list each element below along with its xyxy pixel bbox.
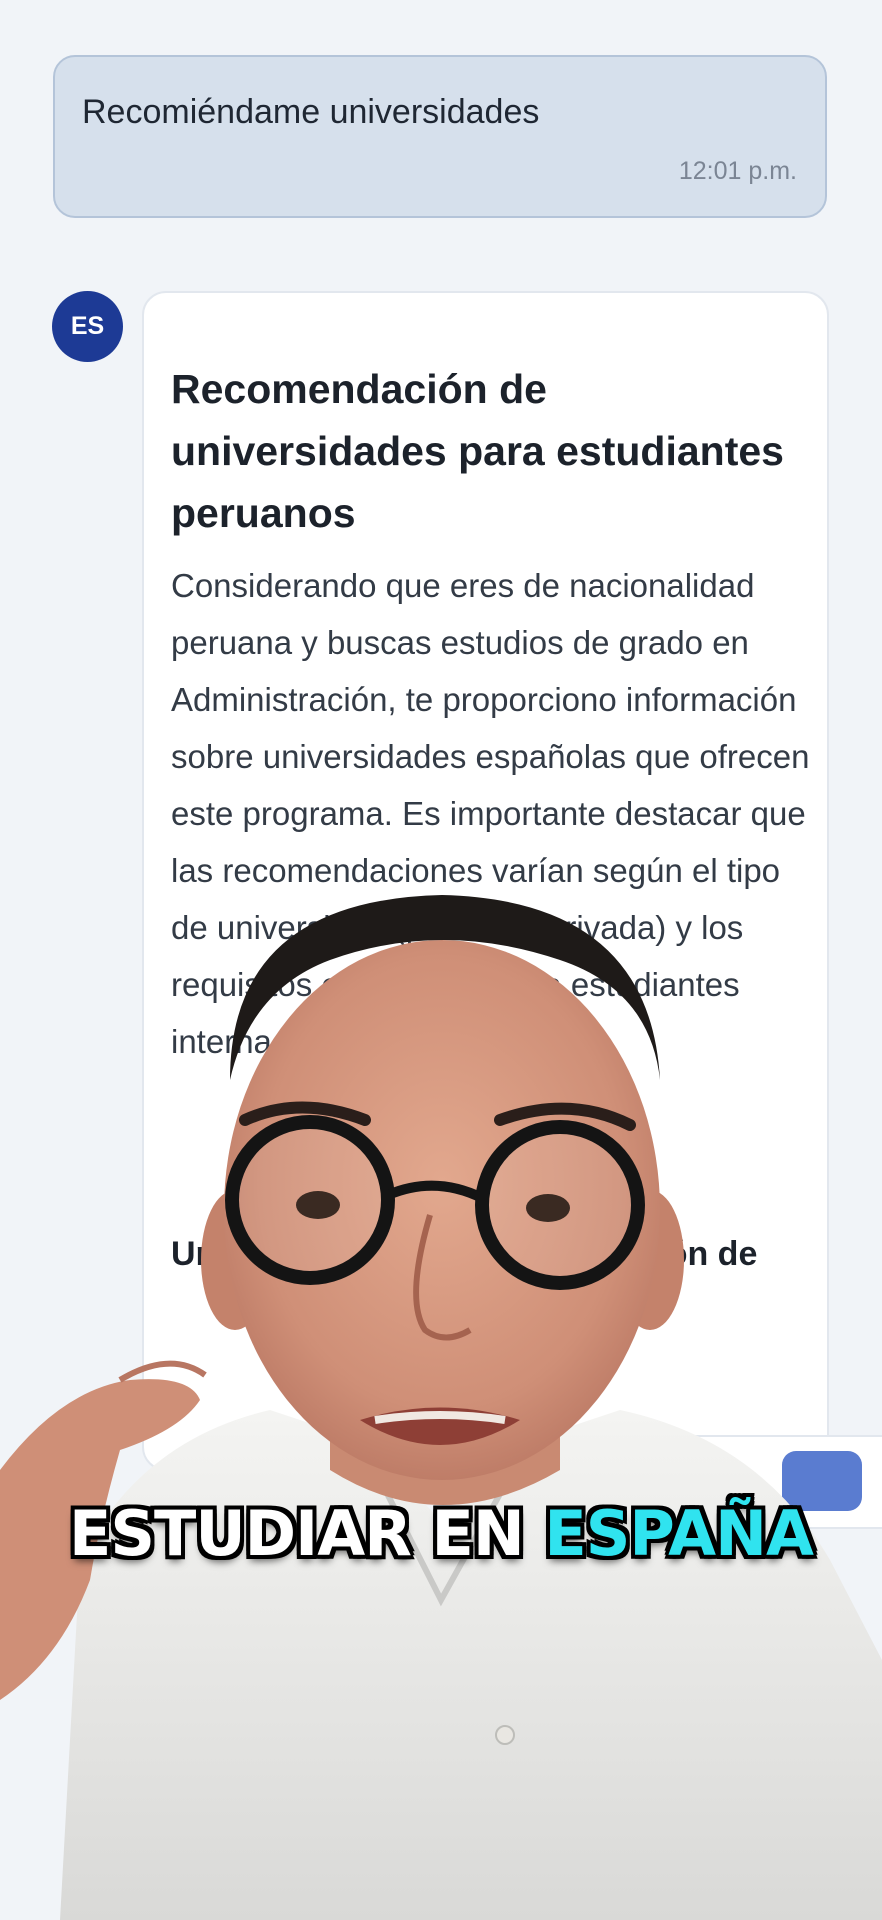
response-title: Recomendación de universidades para estu… xyxy=(171,366,784,536)
video-caption: ESTUDIAR EN ESPAÑA xyxy=(0,1497,882,1570)
caption-accent-text: ESPAÑA xyxy=(544,1497,814,1570)
response-subheading: Universidades de Administración de xyxy=(171,1235,758,1273)
message-timestamp: 12:01 p.m. xyxy=(678,157,797,185)
user-message-text: Recomiéndame universidades xyxy=(82,93,540,131)
assistant-message-card: Recomendación de universidades para estu… xyxy=(142,291,829,1471)
caption-text: ESTUDIAR EN xyxy=(69,1497,545,1570)
avatar-initials: ES xyxy=(70,312,105,340)
response-paragraph: Considerando que eres de nacionalidad pe… xyxy=(171,567,810,1060)
user-message-bubble: Recomiéndame universidades 12:01 p.m. xyxy=(53,55,827,218)
assistant-avatar: ES xyxy=(52,291,123,362)
